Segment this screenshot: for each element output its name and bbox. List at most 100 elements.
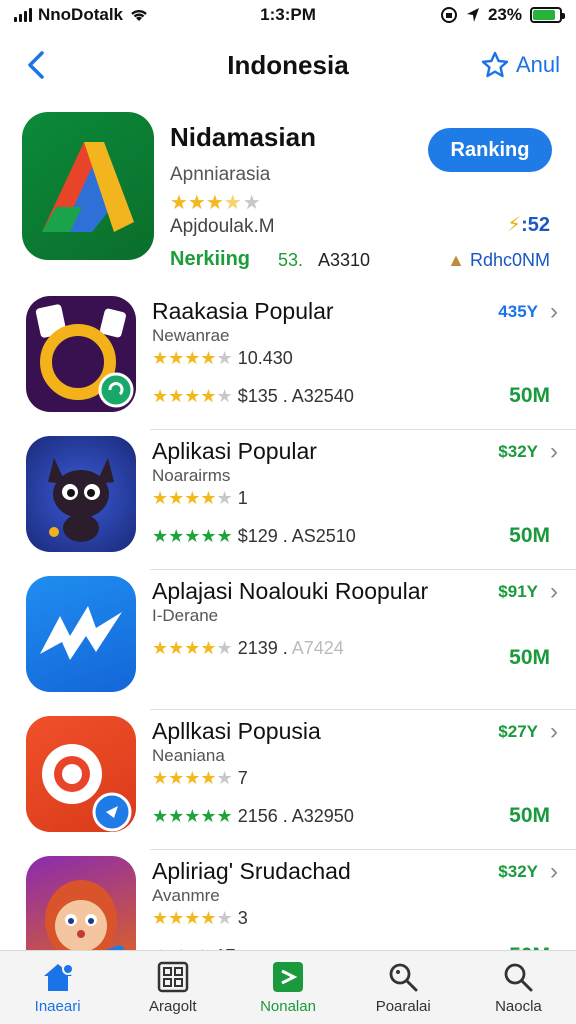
stars-filled: ★★★★ [152, 908, 217, 928]
tab-categories[interactable]: Aragolt [115, 951, 230, 1024]
featured-ranking-number: 53. [278, 250, 304, 270]
app-size: 50M [509, 524, 550, 547]
app-name: Aplikasi Popular [152, 438, 317, 464]
app-rating: ★★★★★ 3 [152, 908, 248, 929]
chevron-left-icon [28, 51, 44, 79]
tab-label: Inaeari [34, 998, 81, 1015]
featured-star-rating: ★★★★★ [170, 190, 262, 215]
stars-filled: ★★★★★ [152, 806, 233, 826]
status-right: 23% [362, 5, 565, 25]
stars-filled: ★★★★★ [152, 526, 233, 546]
list-item[interactable]: Aplikasi Popular Noarairms ★★★★★ 1 ★★★★★… [0, 430, 576, 570]
app-name: Apliriag' Srudachad [152, 858, 351, 884]
ranking-button[interactable]: Ranking [428, 128, 552, 172]
app-subtitle: Newanrae [152, 326, 230, 345]
app-price-secondary: $135 [237, 386, 278, 406]
stars-filled: ★★★★ [152, 386, 217, 406]
signal-icon [14, 8, 32, 22]
chevron-right-icon[interactable]: › [550, 578, 558, 606]
stars-filled: ★★★★ [152, 488, 217, 508]
app-rating: ★★★★★ 10.430 [152, 348, 293, 369]
list-item[interactable]: Apllkasi Popusia Neaniana ★★★★★ 7 ★★★★★ … [0, 710, 576, 850]
rating-count: 10.430 [237, 348, 293, 368]
stars-empty: ★ [216, 348, 233, 368]
rating-count: 2139 [237, 638, 278, 658]
tab-label: Aragolt [149, 998, 197, 1015]
app-price: $27Y [498, 722, 538, 741]
creature-icon [48, 458, 114, 542]
app-icon [26, 296, 136, 412]
app-code: A32950 [291, 806, 354, 826]
tab-label: Nonalan [260, 998, 316, 1015]
app-rating: ★★★★★ 1 [152, 488, 248, 509]
battery-percent: 23% [487, 5, 522, 24]
tab-search-2[interactable]: Naocla [461, 951, 576, 1024]
app-code: A32540 [291, 386, 354, 406]
stars-empty: ★ [216, 638, 233, 658]
carrier-label: NnoDotalk [38, 5, 123, 24]
search-icon [500, 960, 536, 994]
app-size: 50M [509, 804, 550, 827]
stars-filled: ★★★★ [152, 638, 217, 658]
stars-empty: ★ [216, 768, 233, 788]
list-item[interactable]: Raakasia Popular Newanrae ★★★★★ 10.430 ★… [0, 290, 576, 430]
back-button[interactable] [16, 45, 56, 85]
featured-app-subtitle: Apnniarasia [170, 164, 271, 185]
stars-filled: ★★★★ [152, 768, 217, 788]
app-name: Apllkasi Popusia [152, 718, 321, 744]
tab-apps[interactable]: Nonalan [230, 951, 345, 1024]
tab-label: Poaralai [375, 998, 431, 1015]
app-rating: ★★★★★ 2139 . A7424 [152, 638, 344, 658]
location-icon [466, 8, 479, 22]
search-icon [385, 960, 421, 994]
app-rating-secondary: ★★★★★ $135 . A32540 [152, 386, 354, 406]
chevron-right-icon[interactable]: › [550, 718, 558, 746]
chevron-right-icon[interactable]: › [550, 858, 558, 886]
featured-app-icon [22, 112, 154, 260]
app-price: $32Y [498, 862, 538, 881]
stars-empty: ★ [216, 386, 233, 406]
rating-count: 1 [237, 488, 248, 508]
featured-app[interactable]: Nidamasian Apnniarasia ★★★★★ Apjdoulak.M… [22, 112, 562, 280]
app-subtitle: Noarairms [152, 466, 231, 485]
app-subtitle: Avanmre [152, 886, 220, 905]
nav-right-button[interactable]: Anul [480, 50, 560, 80]
rating-count: 7 [237, 768, 248, 788]
star-outline-icon [481, 51, 509, 78]
app-name: Aplajasi Noalouki Roopular [152, 578, 429, 604]
app-price: 435Y [498, 302, 538, 321]
battery-icon [530, 7, 565, 23]
app-price: $91Y [498, 582, 538, 601]
featured-stars-half: ★ [223, 192, 243, 214]
chevron-right-icon[interactable]: › [550, 438, 558, 466]
arrow-logo-icon [42, 142, 134, 232]
app-rating-secondary: ★★★★★ $129 . AS2510 [152, 526, 356, 546]
list-item[interactable]: Aplajasi Noalouki Roopular I-Derane ★★★★… [0, 570, 576, 710]
ring-logo-icon [35, 304, 134, 408]
app-list: Raakasia Popular Newanrae ★★★★★ 10.430 ★… [0, 290, 576, 990]
app-code: AS2510 [291, 526, 356, 546]
bolt-icon: ⚡ [507, 214, 522, 236]
tab-home[interactable]: Inaeari [0, 951, 115, 1024]
nav-bar: Indonesia Anul [0, 38, 576, 92]
app-name: Raakasia Popular [152, 298, 334, 324]
app-icon [26, 716, 136, 832]
grid-icon [155, 960, 191, 994]
tab-search[interactable]: Poaralai [346, 951, 461, 1024]
app-subtitle: I-Derane [152, 606, 219, 625]
rating-count: 3 [237, 908, 248, 928]
tab-bar: Inaeari Aragolt Nonalan Poaralai Naocla [0, 950, 576, 1024]
app-code: A7424 [291, 638, 344, 658]
camera-logo-icon [42, 744, 132, 832]
app-size: 50M [509, 384, 550, 407]
lock-icon: ▲ [447, 250, 465, 270]
app-price-secondary: $129 [237, 526, 278, 546]
stars-empty: ★ [216, 488, 233, 508]
stars-filled: ★★★★ [152, 348, 217, 368]
home-icon [40, 960, 76, 994]
stars-empty: ★ [216, 908, 233, 928]
featured-stat-value: :52 [521, 214, 550, 236]
page-title: Indonesia [227, 49, 349, 80]
app-icon [26, 436, 136, 552]
chevron-right-icon[interactable]: › [550, 298, 558, 326]
